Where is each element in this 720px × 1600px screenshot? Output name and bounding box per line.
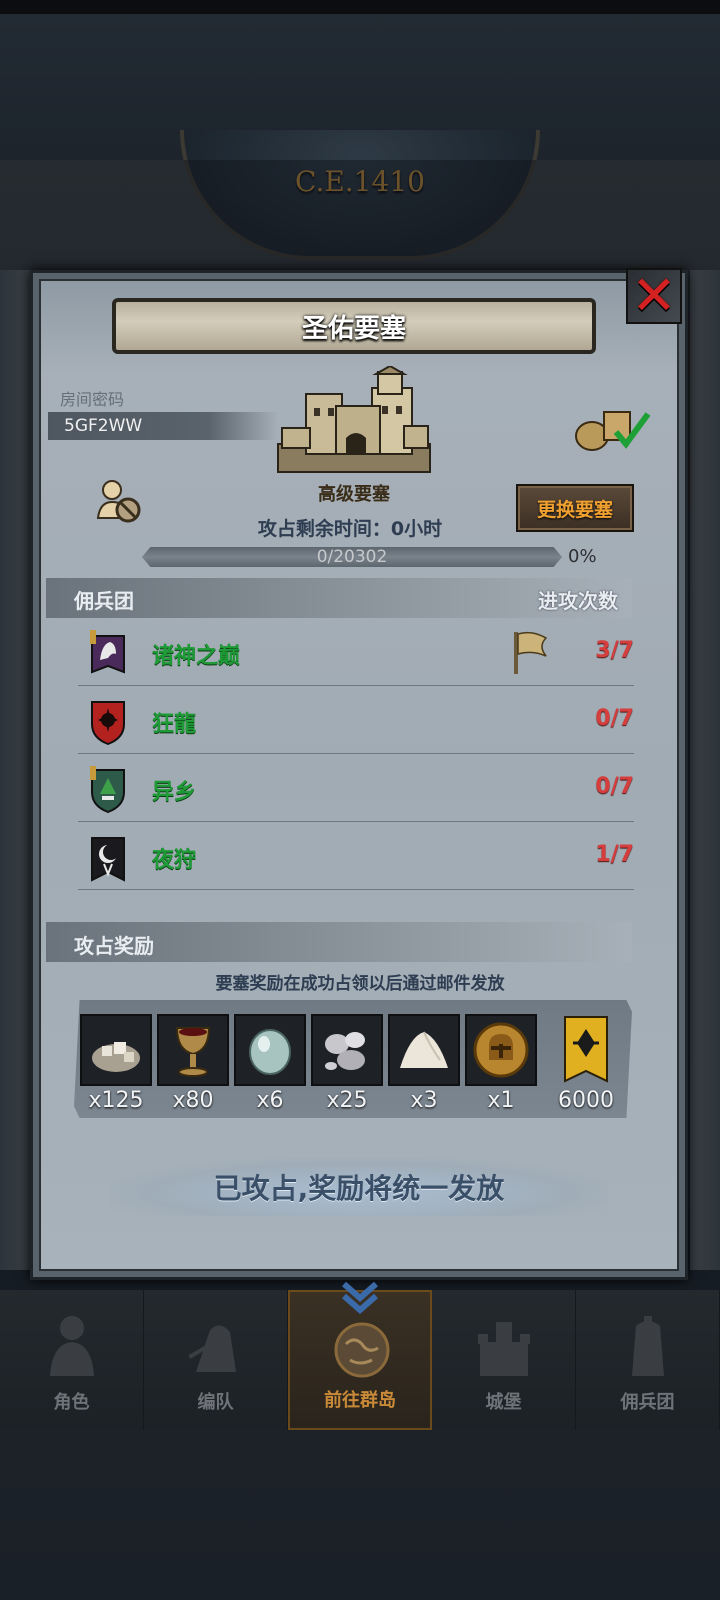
status-bar: [0, 0, 720, 14]
mercenary-name: 异乡: [152, 780, 197, 805]
red-shield-icon: [91, 701, 125, 746]
stone-pile-icon: [92, 1042, 140, 1072]
rewards-header: 攻占奖励: [74, 934, 154, 958]
nav-label: 佣兵团: [620, 1392, 675, 1413]
captured-status-text: 已攻占,奖励将统一发放: [213, 1172, 505, 1205]
attack-count: 1/7: [595, 842, 634, 867]
knight-icon: [50, 1316, 94, 1376]
mercenary-header: 佣兵团: [74, 589, 134, 613]
globe-icon: [334, 1322, 390, 1378]
reward-item[interactable]: x1: [465, 1014, 537, 1113]
time-remaining: 攻占剩余时间：0小时: [257, 518, 443, 540]
fortress-type: 高级要塞: [318, 484, 390, 505]
no-person-icon[interactable]: [94, 478, 142, 524]
reward-quantity: x6: [256, 1088, 284, 1113]
capture-progress-text: 0/20302: [316, 547, 388, 567]
nav-item-castle[interactable]: 城堡: [432, 1290, 576, 1430]
moon-banner-icon: [91, 837, 125, 882]
mercenary-row[interactable]: 夜狩 1/7: [78, 824, 634, 890]
fortress-castle-icon: [277, 366, 431, 473]
mercenary-row[interactable]: 狂龍 0/7: [78, 688, 634, 754]
room-password-value: 5GF2WW: [64, 416, 143, 436]
room-password-label: 房间密码: [60, 390, 125, 409]
background-edge-left: [0, 270, 30, 1270]
mercenary-icon: [632, 1316, 664, 1376]
title-banner: 圣佑要塞: [112, 298, 596, 354]
tree-shield-icon: [90, 766, 125, 814]
reward-item[interactable]: x6: [234, 1014, 306, 1113]
mercenary-name: 狂龍: [152, 712, 197, 737]
guild-banner-icon: [564, 1016, 608, 1083]
formation-icon: [188, 1325, 236, 1372]
mercenary-name: 诸神之巅: [152, 644, 241, 669]
flag-icon: [514, 631, 548, 674]
reward-quantity: x3: [410, 1088, 438, 1113]
nav-label: 角色: [53, 1392, 90, 1413]
change-fortress-button[interactable]: 更换要塞: [516, 484, 634, 532]
change-fortress-label: 更换要塞: [536, 498, 613, 521]
gem-icon: [249, 1029, 291, 1075]
attack-count-header: 进攻次数: [538, 589, 618, 613]
goblet-icon: [175, 1027, 211, 1077]
attack-count: 0/7: [595, 706, 634, 731]
bottom-background: [0, 1430, 720, 1600]
mercenary-name: 夜狩: [152, 848, 197, 873]
reward-note: 要塞奖励在成功占领以后通过邮件发放: [215, 974, 505, 994]
attack-count: 3/7: [595, 638, 634, 663]
mercenary-row[interactable]: 异乡 0/7: [78, 756, 634, 822]
nav-item-character[interactable]: 角色: [0, 1290, 144, 1430]
reward-item[interactable]: x25: [311, 1014, 383, 1113]
close-x-icon: ✕: [631, 264, 677, 327]
captured-status-bar: 已攻占,奖励将统一发放: [110, 1158, 608, 1216]
nav-label: 前往群岛: [324, 1390, 396, 1411]
helmet-coin-icon: [473, 1022, 529, 1078]
reward-quantity: 6000: [558, 1088, 614, 1113]
nav-label: 编队: [197, 1392, 234, 1413]
reward-item[interactable]: x3: [388, 1014, 460, 1113]
nav-item-mercenary[interactable]: 佣兵团: [576, 1290, 720, 1430]
reward-item[interactable]: x80: [157, 1014, 229, 1113]
reward-quantity: x25: [326, 1088, 368, 1113]
nav-item-formation[interactable]: 编队: [144, 1290, 288, 1430]
reward-quantity: x125: [88, 1088, 144, 1113]
background-edge-right: [690, 270, 720, 1270]
capture-progress-percent: 0%: [568, 546, 597, 567]
silver-ore-icon: [325, 1032, 365, 1070]
reward-quantity: x80: [172, 1088, 214, 1113]
nav-label: 城堡: [485, 1392, 522, 1413]
castle-icon: [478, 1322, 530, 1376]
chevron-down-icon: [342, 1281, 378, 1314]
reward-item[interactable]: x125: [80, 1014, 152, 1113]
reward-quantity: x1: [487, 1088, 515, 1113]
dialog-title: 圣佑要塞: [301, 313, 406, 344]
reward-item[interactable]: 6000: [550, 1014, 622, 1113]
mercenary-row[interactable]: 诸神之巅 3/7: [78, 620, 634, 686]
attack-count: 0/7: [595, 774, 634, 799]
wolf-banner-icon: [90, 630, 125, 674]
salt-pile-icon: [400, 1031, 448, 1068]
room-password-box[interactable]: 5GF2WW: [48, 412, 278, 440]
close-button[interactable]: ✕: [626, 268, 682, 324]
supply-sacks-check-icon[interactable]: [572, 404, 652, 452]
